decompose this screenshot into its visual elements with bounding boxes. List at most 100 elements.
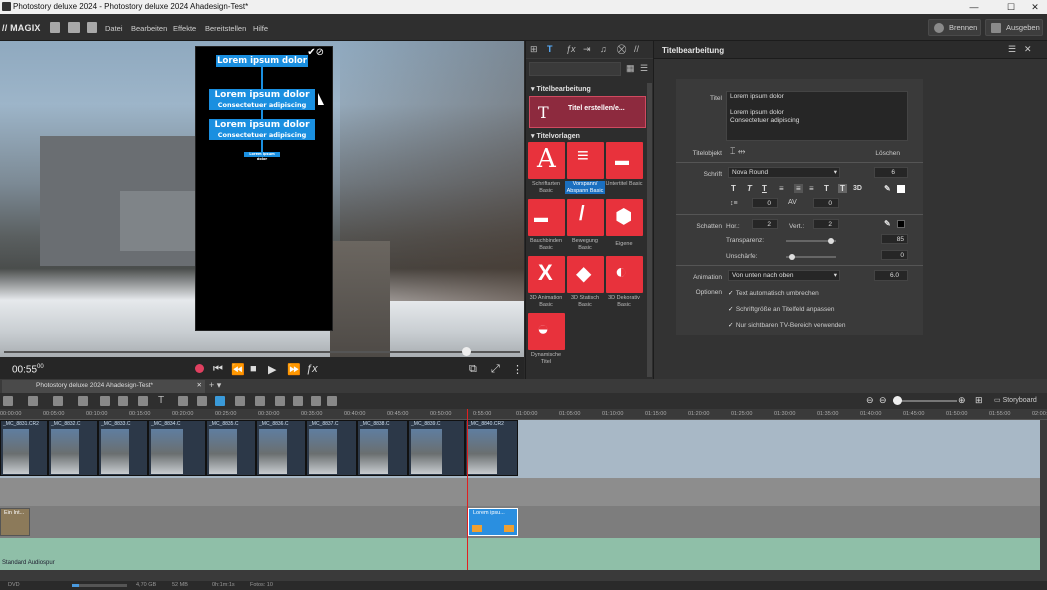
text-cursor-icon[interactable]: ⌶ ⇹ <box>730 146 745 157</box>
tile-3d-animation[interactable]: X <box>528 256 565 293</box>
play-icon[interactable]: ▶ <box>268 363 276 376</box>
video-clip[interactable]: _MC_8840.CR2 <box>465 420 518 476</box>
text-tool-icon[interactable]: T <box>158 395 168 406</box>
shadow-vert-field[interactable]: 2 <box>813 219 839 229</box>
menu-bereitstellen[interactable]: Bereitstellen <box>205 24 246 33</box>
save-icon[interactable] <box>87 22 97 33</box>
open-folder-icon[interactable] <box>68 22 80 33</box>
char-spacing-field[interactable]: 0 <box>813 198 839 208</box>
audio-track[interactable]: Standard Audiospur <box>0 538 1040 570</box>
record-icon[interactable] <box>195 364 204 373</box>
add-tab-icon[interactable]: + ▾ <box>209 380 221 391</box>
tile-3d-statisch[interactable]: ◆ <box>567 256 604 293</box>
shadow-eyedropper-icon[interactable]: ✎ <box>884 219 891 228</box>
media-search-input[interactable] <box>529 62 621 76</box>
eyedropper-icon[interactable]: ✎ <box>884 184 891 193</box>
text-color-swatch[interactable] <box>897 185 905 193</box>
zoom-knob[interactable] <box>893 396 902 405</box>
char-spacing-icon[interactable]: AV <box>788 199 797 206</box>
title-track[interactable]: Ein Int... Lorem ipsu... <box>0 506 1040 538</box>
undo-icon[interactable] <box>28 396 38 406</box>
cast-icon[interactable]: ⧉ <box>469 363 477 376</box>
check-icon[interactable]: ✔⊘ <box>307 47 324 58</box>
zoom-out-icon[interactable]: ⊖ <box>866 395 874 406</box>
menu-hilfe[interactable]: Hilfe <box>253 24 268 33</box>
fx-tab-icon[interactable]: ƒx <box>566 44 576 54</box>
fit-view-icon[interactable]: ⊞ <box>975 395 983 406</box>
font-size-field[interactable]: 6 <box>874 167 908 178</box>
copy-icon[interactable] <box>100 396 110 406</box>
option-fit-checkbox[interactable]: ✓ Schriftgröße an Titelfeld anpassen <box>728 305 834 313</box>
crop-icon[interactable] <box>178 396 188 406</box>
tile-3d-dekorativ[interactable]: ◐ <box>606 256 643 293</box>
mouse-mode-icon[interactable] <box>215 396 225 406</box>
close-icon[interactable]: ✕ <box>1025 1 1045 13</box>
more-icon[interactable]: ⋮ <box>512 363 523 376</box>
tile-schriftarten[interactable]: A <box>528 142 565 179</box>
timeline-vscrollbar[interactable] <box>1040 420 1047 570</box>
fast-forward-icon[interactable]: ⏩ <box>287 363 301 376</box>
video-clip[interactable]: _MC_8838.C <box>357 420 408 476</box>
video-clip[interactable]: _MC_8837.C <box>306 420 357 476</box>
title-clip[interactable]: Lorem ipsu... <box>468 508 518 536</box>
menu-effekte[interactable]: Effekte <box>173 24 196 33</box>
disk-type[interactable]: DVD <box>8 582 20 588</box>
section-title-edit[interactable]: ▾ Titelbearbeitung <box>531 85 591 93</box>
burn-button[interactable]: Brennen <box>928 19 981 36</box>
cut-icon[interactable] <box>138 396 148 406</box>
shadow-color-swatch[interactable] <box>897 220 905 228</box>
intro-clip[interactable]: Ein Int... <box>0 508 30 536</box>
project-tab[interactable]: Photostory deluxe 2024 Ahadesign-Test* ✕ <box>2 380 205 393</box>
timeline-ruler[interactable]: 00:00:00 00:05:00 00:10:00 00:15:00 00:20:00… <box>0 409 1047 420</box>
animation-speed-field[interactable]: 6.0 <box>874 270 908 281</box>
storyboard-button[interactable]: ▭ Storyboard <box>994 396 1037 404</box>
zoom-slider[interactable] <box>893 400 957 402</box>
split-icon[interactable] <box>235 396 245 406</box>
skip-start-icon[interactable]: ⏮ <box>213 363 223 376</box>
shop-tab-icon[interactable]: ⛒ <box>617 44 626 55</box>
transparency-field[interactable]: 85 <box>881 234 908 244</box>
preview-scrubber[interactable] <box>0 345 524 356</box>
animation-select[interactable]: Von unten nach oben ▾ <box>728 270 840 281</box>
video-clip[interactable]: _MC_8836.C <box>256 420 306 476</box>
stop-icon[interactable]: ■ <box>250 363 257 375</box>
tile-bewegung[interactable]: / <box>567 199 604 236</box>
option-tv-area-checkbox[interactable]: ✓ Nur sichtbaren TV-Bereich verwenden <box>728 321 846 329</box>
video-track[interactable]: _MC_8831.CR2 _MC_8832.C _MC_8833.C _MC_8834… <box>0 420 1040 478</box>
playhead[interactable] <box>467 409 468 570</box>
tile-dynamische[interactable]: ◒ <box>528 313 565 350</box>
video-clip[interactable]: _MC_8832.C <box>48 420 98 476</box>
maximize-button[interactable]: ☐ <box>997 1 1025 13</box>
title-text-field[interactable]: Lorem ipsum dolor Lorem ipsum dolor Cons… <box>726 91 908 141</box>
fade-out-marker[interactable] <box>504 525 514 532</box>
menu-icon[interactable]: ☰ <box>1008 44 1016 55</box>
view-list-icon[interactable]: ☰ <box>640 63 648 74</box>
underline-icon[interactable]: T <box>762 184 767 193</box>
tile-untertitel[interactable]: ▬ <box>606 142 643 179</box>
video-clip[interactable]: _MC_8839.C <box>408 420 465 476</box>
tile-eigene[interactable]: ⬢ <box>606 199 643 236</box>
title-overlay-frame[interactable]: ✔⊘ Lorem ipsum dolor Lorem ipsum dolor C… <box>195 46 333 331</box>
rewind-icon[interactable]: ⏪ <box>231 363 245 376</box>
transparency-knob[interactable] <box>828 238 834 244</box>
text-outline-icon[interactable]: T <box>824 184 829 193</box>
close-tab-icon[interactable]: ✕ <box>197 381 202 389</box>
music-tab-icon[interactable]: ♫ <box>600 44 607 54</box>
output-button[interactable]: Ausgeben <box>985 19 1043 36</box>
section-title-templates[interactable]: ▾ Titelvorlagen <box>531 132 580 140</box>
delete-icon[interactable] <box>78 396 88 406</box>
video-clip[interactable]: _MC_8831.CR2 <box>0 420 48 476</box>
group-icon[interactable] <box>293 396 303 406</box>
effects-fx-icon[interactable]: ƒx <box>306 363 318 375</box>
video-clip[interactable]: _MC_8833.C <box>98 420 148 476</box>
text-shadow-icon[interactable]: T <box>838 184 847 193</box>
line-spacing-field[interactable]: 0 <box>752 198 778 208</box>
option-wrap-checkbox[interactable]: ✓ Text automatisch umbrechen <box>728 289 819 297</box>
media-pool-scrollbar[interactable] <box>647 83 652 377</box>
blur-knob[interactable] <box>789 254 795 260</box>
bold-icon[interactable]: T <box>731 184 736 193</box>
3d-button[interactable]: 3D <box>853 185 862 192</box>
fade-in-marker[interactable] <box>472 525 482 532</box>
empty-track[interactable] <box>0 478 1040 506</box>
delete-button[interactable]: Löschen <box>870 150 900 157</box>
